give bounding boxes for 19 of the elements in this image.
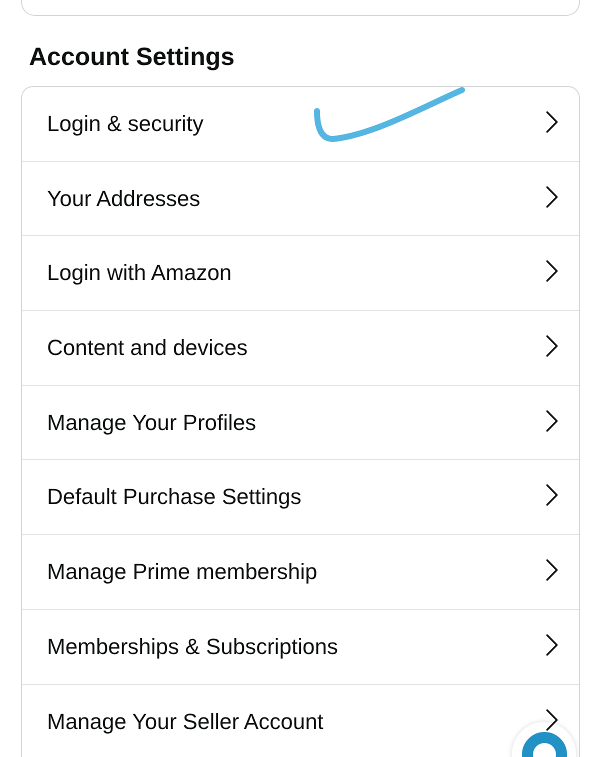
settings-row[interactable]: Content and devices bbox=[22, 311, 579, 386]
chevron-right-icon bbox=[546, 260, 558, 282]
chevron-right-icon bbox=[546, 410, 558, 432]
chevron-right-icon bbox=[546, 186, 558, 208]
chevron-right-icon bbox=[546, 334, 558, 357]
settings-row[interactable]: Manage Prime membership bbox=[22, 535, 579, 610]
chevron-right-icon bbox=[546, 708, 558, 731]
settings-row[interactable]: Login with Amazon bbox=[22, 236, 579, 312]
settings-row[interactable]: Your Addresses bbox=[22, 162, 579, 236]
chevron-right-icon bbox=[546, 484, 558, 506]
chevron-right-icon bbox=[546, 634, 558, 656]
section-title: Account Settings bbox=[29, 42, 235, 72]
settings-row[interactable]: Manage Your Profiles bbox=[22, 386, 579, 460]
chevron-right-icon bbox=[546, 558, 558, 581]
settings-row[interactable]: Login & security bbox=[22, 87, 579, 162]
settings-row[interactable]: Manage Your Seller Account bbox=[22, 684, 579, 757]
settings-row[interactable]: Memberships & Subscriptions bbox=[22, 610, 579, 684]
chevron-right-icon bbox=[546, 110, 558, 133]
settings-row[interactable]: Default Purchase Settings bbox=[22, 460, 579, 536]
